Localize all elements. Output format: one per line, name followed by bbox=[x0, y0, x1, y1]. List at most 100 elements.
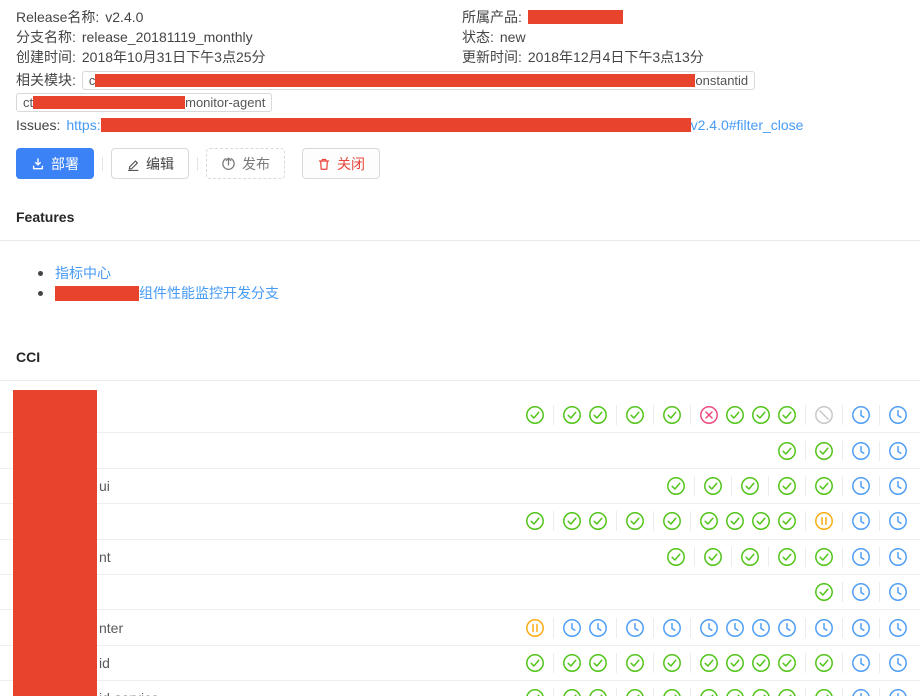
publish-button[interactable]: 发布 bbox=[206, 148, 285, 179]
close-release-button[interactable]: 关闭 bbox=[302, 148, 380, 179]
check-icon[interactable] bbox=[662, 688, 682, 696]
clock-icon[interactable] bbox=[851, 653, 871, 673]
issues-link[interactable]: https:v2.4.0#filter_close bbox=[66, 115, 803, 135]
check-icon[interactable] bbox=[588, 653, 608, 673]
pause-icon[interactable] bbox=[525, 618, 545, 638]
check-icon[interactable] bbox=[814, 547, 834, 567]
clock-icon[interactable] bbox=[851, 476, 871, 496]
group-divider bbox=[805, 688, 806, 696]
check-icon[interactable] bbox=[703, 547, 723, 567]
check-icon[interactable] bbox=[814, 441, 834, 461]
check-icon[interactable] bbox=[525, 688, 545, 696]
check-icon[interactable] bbox=[725, 653, 745, 673]
check-icon[interactable] bbox=[525, 405, 545, 425]
check-icon[interactable] bbox=[662, 511, 682, 531]
check-icon[interactable] bbox=[777, 476, 797, 496]
check-icon[interactable] bbox=[562, 653, 582, 673]
check-icon[interactable] bbox=[777, 653, 797, 673]
check-icon[interactable] bbox=[814, 476, 834, 496]
check-icon[interactable] bbox=[562, 405, 582, 425]
status-icon-group bbox=[814, 582, 908, 602]
check-icon[interactable] bbox=[751, 405, 771, 425]
clock-icon[interactable] bbox=[588, 618, 608, 638]
clock-icon[interactable] bbox=[814, 618, 834, 638]
check-icon[interactable] bbox=[777, 688, 797, 696]
clock-icon[interactable] bbox=[751, 618, 771, 638]
check-icon[interactable] bbox=[699, 688, 719, 696]
check-icon[interactable] bbox=[699, 653, 719, 673]
group-divider bbox=[879, 511, 880, 531]
group-divider bbox=[653, 653, 654, 673]
check-icon[interactable] bbox=[562, 688, 582, 696]
check-icon[interactable] bbox=[588, 688, 608, 696]
clock-icon[interactable] bbox=[851, 547, 871, 567]
clock-icon[interactable] bbox=[888, 688, 908, 696]
check-icon[interactable] bbox=[625, 511, 645, 531]
check-icon[interactable] bbox=[777, 547, 797, 567]
clock-icon[interactable] bbox=[888, 582, 908, 602]
clock-icon[interactable] bbox=[777, 618, 797, 638]
clock-icon[interactable] bbox=[888, 547, 908, 567]
check-icon[interactable] bbox=[814, 582, 834, 602]
clock-icon[interactable] bbox=[851, 405, 871, 425]
check-icon[interactable] bbox=[625, 405, 645, 425]
check-icon[interactable] bbox=[725, 511, 745, 531]
clock-icon[interactable] bbox=[888, 405, 908, 425]
check-icon[interactable] bbox=[588, 511, 608, 531]
ban-icon[interactable] bbox=[814, 405, 834, 425]
feature-link[interactable]: 组件性能监控开发分支 bbox=[139, 285, 279, 301]
clock-icon[interactable] bbox=[699, 618, 719, 638]
feature-link[interactable]: 指标中心 bbox=[55, 265, 111, 281]
clock-icon[interactable] bbox=[851, 511, 871, 531]
check-icon[interactable] bbox=[588, 405, 608, 425]
check-icon[interactable] bbox=[525, 511, 545, 531]
check-icon[interactable] bbox=[777, 405, 797, 425]
group-divider bbox=[553, 653, 554, 673]
clock-icon[interactable] bbox=[851, 441, 871, 461]
clock-icon[interactable] bbox=[625, 618, 645, 638]
check-icon[interactable] bbox=[725, 688, 745, 696]
x-icon[interactable] bbox=[699, 405, 719, 425]
clock-icon[interactable] bbox=[888, 441, 908, 461]
check-icon[interactable] bbox=[625, 688, 645, 696]
clock-icon[interactable] bbox=[851, 582, 871, 602]
check-icon[interactable] bbox=[751, 511, 771, 531]
check-icon[interactable] bbox=[777, 511, 797, 531]
check-icon[interactable] bbox=[725, 405, 745, 425]
clock-icon[interactable] bbox=[725, 618, 745, 638]
check-icon[interactable] bbox=[751, 688, 771, 696]
status-icon-group bbox=[525, 511, 908, 531]
check-icon[interactable] bbox=[562, 511, 582, 531]
check-icon[interactable] bbox=[751, 653, 771, 673]
check-icon[interactable] bbox=[740, 547, 760, 567]
check-icon[interactable] bbox=[699, 511, 719, 531]
clock-icon[interactable] bbox=[851, 688, 871, 696]
check-icon[interactable] bbox=[814, 688, 834, 696]
clock-icon[interactable] bbox=[888, 476, 908, 496]
deploy-button[interactable]: 部署 bbox=[16, 148, 94, 179]
clock-icon[interactable] bbox=[562, 618, 582, 638]
clock-icon[interactable] bbox=[888, 653, 908, 673]
group-divider bbox=[694, 547, 695, 567]
clock-icon[interactable] bbox=[888, 618, 908, 638]
edit-button[interactable]: 编辑 bbox=[111, 148, 189, 179]
publish-icon bbox=[221, 156, 236, 171]
branch-name-value: release_20181119_monthly bbox=[82, 27, 253, 47]
check-icon[interactable] bbox=[814, 653, 834, 673]
check-icon[interactable] bbox=[625, 653, 645, 673]
check-icon[interactable] bbox=[662, 653, 682, 673]
check-icon[interactable] bbox=[525, 653, 545, 673]
check-icon[interactable] bbox=[662, 405, 682, 425]
status-value: new bbox=[500, 27, 526, 47]
clock-icon[interactable] bbox=[662, 618, 682, 638]
release-detail-page: Release名称: v2.4.0 所属产品: 分支名称: release_20… bbox=[0, 0, 920, 696]
check-icon[interactable] bbox=[740, 476, 760, 496]
check-icon[interactable] bbox=[666, 547, 686, 567]
clock-icon[interactable] bbox=[851, 618, 871, 638]
group-divider bbox=[879, 441, 880, 461]
check-icon[interactable] bbox=[666, 476, 686, 496]
clock-icon[interactable] bbox=[888, 511, 908, 531]
pause-icon[interactable] bbox=[814, 511, 834, 531]
check-icon[interactable] bbox=[703, 476, 723, 496]
check-icon[interactable] bbox=[777, 441, 797, 461]
